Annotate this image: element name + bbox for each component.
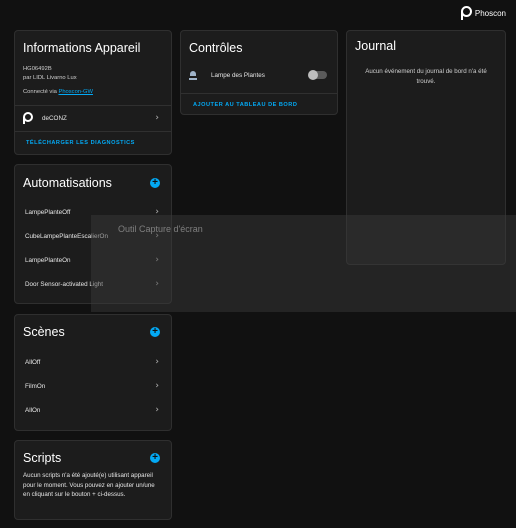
card-title: Scènes — [23, 325, 65, 339]
scripts-card: Scripts + Aucun scripts n'a été ajouté(e… — [14, 440, 172, 520]
card-title: Contrôles — [189, 41, 243, 55]
device-model: HG06492B — [23, 66, 52, 72]
device-manufacturer: par LIDL Livarno Lux — [23, 75, 77, 81]
scene-item[interactable]: AllOff › — [15, 350, 171, 374]
phoscon-logo-icon — [460, 6, 472, 20]
chevron-right-icon: › — [155, 357, 159, 367]
scene-item[interactable]: AllOn › — [15, 398, 171, 422]
scene-item[interactable]: FilmOn › — [15, 374, 171, 398]
scene-label: AllOn — [25, 406, 41, 414]
scene-label: AllOff — [25, 358, 41, 366]
gateway-link[interactable]: Phoscon-GW — [58, 89, 92, 95]
brand-logo: Phoscon — [460, 6, 506, 20]
connected-prefix: Connecté via — [23, 89, 57, 95]
automation-label: LampePlanteOn — [25, 256, 71, 264]
scene-label: FilmOn — [25, 382, 46, 390]
divider — [181, 93, 337, 94]
device-info-card: Informations Appareil HG06492B par LIDL … — [14, 30, 172, 155]
entity-toggle[interactable] — [308, 70, 327, 80]
controls-card: Contrôles Lampe des Plantes AJOUTER AU T… — [180, 30, 338, 115]
chevron-right-icon: › — [155, 405, 159, 415]
divider — [15, 131, 171, 132]
card-title: Scripts — [23, 451, 62, 465]
card-title: Automatisations — [23, 176, 112, 190]
add-to-dashboard-button[interactable]: AJOUTER AU TABLEAU DE BORD — [193, 102, 297, 108]
add-automation-icon[interactable]: + — [150, 178, 160, 188]
brand-name: Phoscon — [474, 8, 506, 18]
integration-row[interactable]: deCONZ › — [15, 106, 171, 130]
add-scene-icon[interactable]: + — [150, 327, 160, 337]
screenshot-tool-label: Outil Capture d'écran — [118, 224, 203, 234]
add-script-icon[interactable]: + — [150, 453, 160, 463]
deconz-icon — [23, 112, 34, 124]
card-title: Informations Appareil — [23, 41, 141, 55]
scripts-empty-message: Aucun scripts n'a été ajouté(e) utilisan… — [23, 472, 155, 498]
automation-label: LampePlanteOff — [25, 208, 71, 216]
lamp-icon — [189, 70, 197, 80]
scenes-card: Scènes + AllOff › FilmOn › AllOn › — [14, 314, 172, 431]
entity-name: Lampe des Plantes — [211, 71, 265, 79]
connected-via: Connecté via Phoscon-GW — [23, 89, 93, 95]
chevron-right-icon: › — [155, 381, 159, 391]
journal-empty-message: Aucun événement du journal de bord n'a é… — [365, 68, 487, 85]
chevron-right-icon: › — [155, 113, 159, 123]
integration-name: deCONZ — [42, 114, 67, 122]
entity-row[interactable]: Lampe des Plantes — [181, 63, 337, 87]
card-title: Journal — [355, 39, 396, 53]
download-diagnostics-button[interactable]: TÉLÉCHARGER LES DIAGNOSTICS — [26, 140, 135, 146]
